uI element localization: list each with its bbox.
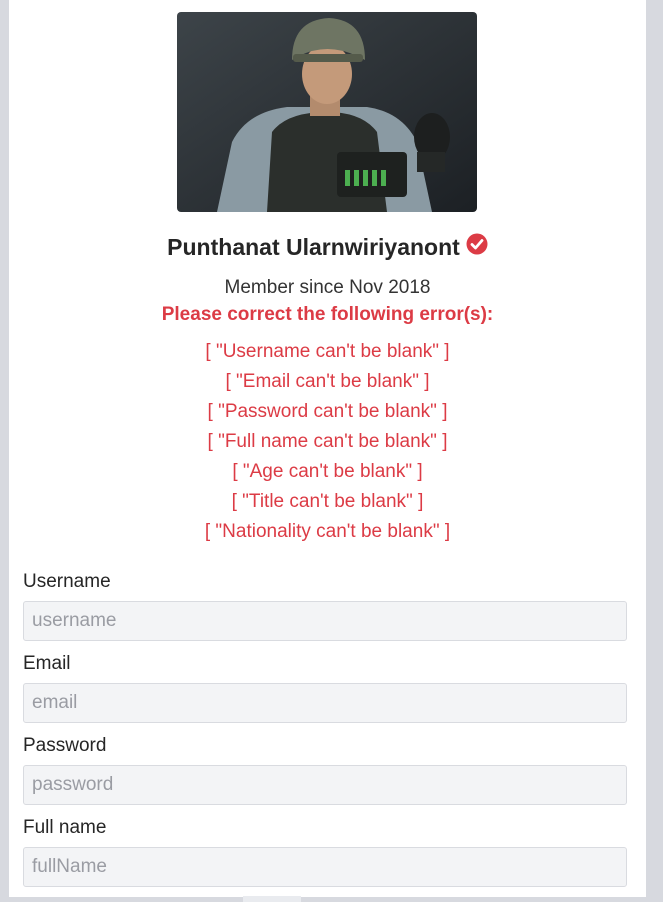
profile-card: Punthanat Ularnwiriyanont Member since N…: [9, 0, 646, 897]
error-item: [ "Username can't be blank" ]: [205, 341, 450, 362]
profile-name: Punthanat Ularnwiriyanont: [167, 234, 460, 260]
error-item: [ "Nationality can't be blank" ]: [204, 521, 451, 542]
username-input[interactable]: [23, 601, 627, 641]
email-label: Email: [23, 653, 71, 674]
error-item: [ "Age can't be blank" ]: [232, 461, 423, 482]
error-item: [ "Title can't be blank" ]: [231, 491, 424, 512]
fullname-input[interactable]: [23, 847, 627, 887]
password-input[interactable]: [23, 765, 627, 805]
scroll-edge: [243, 896, 301, 902]
error-list: [ "Username can't be blank" ] [ "Email c…: [9, 340, 646, 550]
error-title: Please correct the following error(s):: [161, 304, 494, 325]
profile-name-row: Punthanat Ularnwiriyanont: [9, 233, 646, 263]
password-label: Password: [23, 735, 107, 756]
error-item: [ "Full name can't be blank" ]: [207, 431, 448, 452]
profile-avatar: [177, 12, 477, 212]
email-input[interactable]: [23, 683, 627, 723]
username-label: Username: [23, 571, 111, 592]
member-since: Member since Nov 2018: [224, 277, 431, 298]
fullname-label: Full name: [23, 817, 107, 838]
check-circle-icon: [466, 233, 488, 261]
error-item: [ "Email can't be blank" ]: [225, 371, 430, 392]
error-item: [ "Password can't be blank" ]: [207, 401, 448, 422]
